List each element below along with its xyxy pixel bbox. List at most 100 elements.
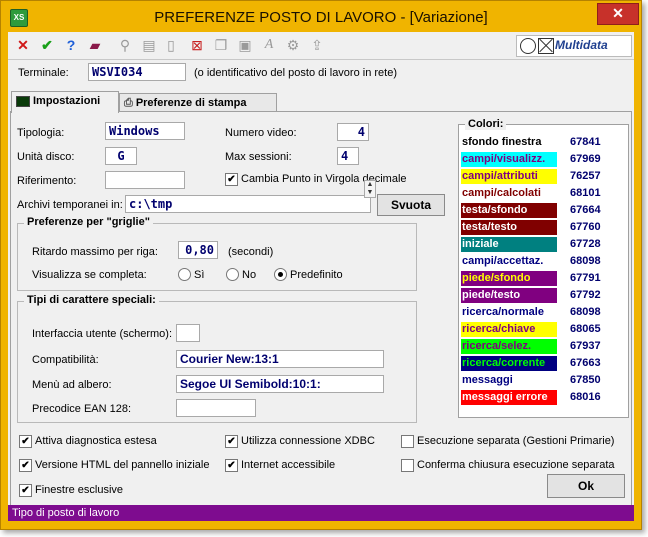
menu-albero-label: Menù ad albero: (32, 379, 112, 391)
color-row[interactable]: ricerca/chiave 68065 (461, 322, 626, 337)
unita-disco-label: Unità disco: (17, 151, 75, 163)
color-value: 67760 (570, 221, 601, 233)
svuota-button[interactable]: Svuota (377, 194, 445, 216)
color-row[interactable]: piede/testo 67792 (461, 288, 626, 303)
diagnostica-checkbox[interactable]: ✔ (19, 435, 32, 448)
compatibilita-input[interactable]: Courier New:13:1 (176, 350, 384, 368)
radio-predefinito[interactable] (274, 268, 287, 281)
ean-label: Precodice EAN 128: (32, 403, 132, 415)
color-row[interactable]: ricerca/normale 68098 (461, 305, 626, 320)
max-sessioni-input[interactable]: 4 (337, 147, 359, 165)
color-row[interactable]: ricerca/selez. 67937 (461, 339, 626, 354)
color-value: 67664 (570, 204, 601, 216)
ean-input[interactable] (176, 399, 256, 417)
terminal-icon (16, 95, 30, 107)
riferimento-input[interactable] (105, 171, 185, 189)
color-name: piede/testo (461, 288, 557, 303)
export-icon[interactable]: ⇪ (308, 36, 326, 54)
binoculars-icon[interactable]: ⚲ (116, 36, 134, 54)
paste-icon[interactable]: ▣ (236, 36, 254, 54)
book-icon[interactable]: ▰ (86, 36, 104, 54)
menu-albero-input[interactable]: Segoe UI Semibold:10:1: (176, 375, 384, 393)
color-row[interactable]: campi/accettaz. 68098 (461, 254, 626, 269)
xdbc-label: Utilizza connessione XDBC (241, 435, 375, 447)
color-value: 68016 (570, 391, 601, 403)
radio-predefinito-label: Predefinito (290, 269, 343, 281)
terminal-label: Terminale: (18, 67, 69, 79)
delete-icon[interactable]: ⊠ (188, 36, 206, 54)
color-row[interactable]: campi/visualizz. 67969 (461, 152, 626, 167)
radio-no[interactable] (226, 268, 239, 281)
color-name: piede/sfondo (461, 271, 557, 286)
color-row[interactable]: campi/attributi 76257 (461, 169, 626, 184)
tab-impostazioni[interactable]: Impostazioni (11, 91, 119, 113)
color-row[interactable]: piede/sfondo 67791 (461, 271, 626, 286)
archivi-input[interactable]: c:\tmp (125, 195, 371, 213)
finestre-esclusive-checkbox[interactable]: ✔ (19, 484, 32, 497)
colors-list[interactable]: Colori: sfondo finestra 67841 campi/visual… (458, 118, 629, 418)
cambia-punto-checkbox[interactable]: ✔ (225, 173, 238, 186)
color-row[interactable]: ricerca/corrente 67663 (461, 356, 626, 371)
copy-icon[interactable]: ❐ (212, 36, 230, 54)
help-icon[interactable]: ? (62, 36, 80, 54)
griglie-title: Preferenze per "griglie" (24, 216, 153, 228)
color-name: ricerca/chiave (461, 322, 557, 337)
tipologia-input[interactable]: Windows (105, 122, 185, 140)
color-name: ricerca/normale (461, 305, 557, 320)
confirm-icon[interactable]: ✔ (38, 36, 56, 54)
document-icon[interactable]: ▯ (162, 36, 180, 54)
tab-impostazioni-label: Impostazioni (33, 95, 101, 107)
xdbc-checkbox[interactable]: ✔ (225, 435, 238, 448)
tab-preferenze-stampa[interactable]: ⎙ Preferenze di stampa (119, 93, 277, 112)
color-value: 67937 (570, 340, 601, 352)
status-bar: Tipo di posto di lavoro (8, 505, 634, 521)
ok-button[interactable]: Ok (547, 474, 625, 498)
interfaccia-input[interactable] (176, 324, 200, 342)
esecuzione-separata-label: Esecuzione separata (Gestioni Primarie) (417, 435, 615, 447)
conferma-chiusura-checkbox[interactable] (401, 459, 414, 472)
terminal-hint: (o identificativo del posto di lavoro in… (194, 67, 397, 79)
color-name: testa/testo (461, 220, 557, 235)
radio-si[interactable] (178, 268, 191, 281)
printer-icon: ⎙ (124, 97, 133, 109)
color-name: testa/sfondo (461, 203, 557, 218)
color-row[interactable]: messaggi 67850 (461, 373, 626, 388)
numero-video-label: Numero video: (225, 127, 297, 139)
color-name: ricerca/corrente (461, 356, 557, 371)
toolbar: ✕ ✔ ? ▰ ⚲ ▤ ▯ ⊠ ❐ ▣ A ⚙ ⇪ Multidata (8, 32, 634, 58)
window-title: PREFERENZE POSTO DI LAVORO - [Variazione… (154, 9, 488, 26)
fonts-group: Tipi di carattere speciali: Interfaccia … (17, 294, 417, 423)
color-value: 68065 (570, 323, 601, 335)
terminal-input[interactable]: WSVI034 (88, 63, 186, 81)
preferences-window: XS PREFERENZE POSTO DI LAVORO - [Variazi… (0, 0, 642, 530)
tab-preferenze-stampa-label: Preferenze di stampa (135, 97, 247, 109)
color-value: 67969 (570, 153, 601, 165)
color-row[interactable]: campi/calcolati 68101 (461, 186, 626, 201)
close-button[interactable]: ✕ (597, 3, 639, 25)
griglie-group: Preferenze per "griglie" Ritardo massimo… (17, 216, 417, 291)
color-row[interactable]: messaggi errore 68016 (461, 390, 626, 405)
internet-checkbox[interactable]: ✔ (225, 459, 238, 472)
html-pannello-label: Versione HTML del pannello iniziale (35, 459, 210, 471)
color-row[interactable]: testa/sfondo 67664 (461, 203, 626, 218)
color-row[interactable]: iniziale 67728 (461, 237, 626, 252)
title-bar[interactable]: XS PREFERENZE POSTO DI LAVORO - [Variazi… (1, 1, 641, 33)
font-icon[interactable]: A (260, 36, 278, 54)
html-pannello-checkbox[interactable]: ✔ (19, 459, 32, 472)
ritardo-input[interactable]: 0,80 (178, 241, 218, 259)
color-row[interactable]: testa/testo 67760 (461, 220, 626, 235)
color-row[interactable]: sfondo finestra 67841 (461, 135, 626, 150)
logo-box-icon (538, 38, 554, 54)
unita-disco-input[interactable]: G (105, 147, 137, 165)
settings-icon[interactable]: ⚙ (284, 36, 302, 54)
color-value: 67791 (570, 272, 601, 284)
print-icon[interactable]: ▤ (140, 36, 158, 54)
max-sessioni-spinner[interactable]: ▲ ▼ (364, 180, 376, 198)
numero-video-input[interactable]: 4 (337, 123, 369, 141)
toolbar-separator (8, 59, 634, 60)
logo-circle-icon (520, 38, 536, 54)
cancel-icon[interactable]: ✕ (14, 36, 32, 54)
cambia-punto-label: Cambia Punto in Virgola decimale (241, 173, 407, 185)
esecuzione-separata-checkbox[interactable] (401, 435, 414, 448)
impostazioni-panel: Tipologia: Windows Unità disco: G Riferi… (10, 111, 632, 508)
